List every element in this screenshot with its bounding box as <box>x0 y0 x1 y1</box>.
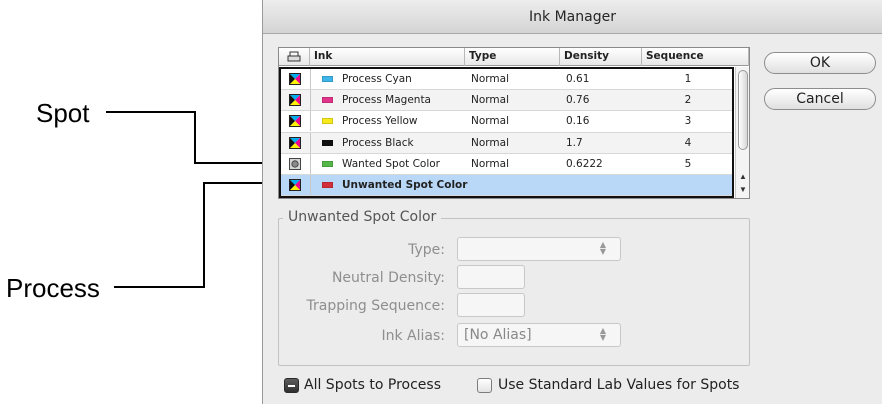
ink-name: Process Yellow <box>342 115 418 128</box>
all-spots-to-process-label[interactable]: All Spots to Process <box>304 377 441 393</box>
use-standard-lab-checkbox[interactable] <box>477 378 492 393</box>
process-icon <box>289 179 301 191</box>
scroll-down-arrow-icon[interactable]: ▼ <box>736 184 750 196</box>
ink-swatch <box>322 97 333 104</box>
cancel-button[interactable]: Cancel <box>764 88 876 110</box>
trapping-sequence-field[interactable] <box>457 293 525 317</box>
ink-sequence: 2 <box>684 94 692 107</box>
ink-density: 0.16 <box>566 115 590 128</box>
ink-swatch <box>322 76 333 82</box>
spot-callout-line <box>106 111 273 164</box>
ink-swatch <box>322 182 333 188</box>
scrollbar-thumb[interactable] <box>738 70 748 150</box>
ink-density: 1.7 <box>566 136 583 149</box>
all-spots-to-process-checkbox[interactable] <box>284 378 299 393</box>
ink-row[interactable]: Unwanted Spot Color <box>281 175 732 197</box>
printer-icon <box>287 51 301 62</box>
ink-alias-value: [No Alias] <box>464 327 532 343</box>
ink-name: Process Black <box>342 136 414 149</box>
ink-sequence: 3 <box>684 115 692 128</box>
table-header: Ink Type Density Sequence <box>279 48 749 66</box>
ink-type-toggle[interactable] <box>281 111 311 132</box>
ink-row[interactable]: Process Magenta Normal 0.76 2 <box>281 90 732 112</box>
use-standard-lab-label[interactable]: Use Standard Lab Values for Spots <box>498 377 739 393</box>
ink-rows: Process Cyan Normal 0.61 1 Process Magenta No… <box>279 67 734 198</box>
ink-type: Normal <box>471 136 509 149</box>
ink-name: Process Cyan <box>342 73 412 85</box>
process-icon <box>289 73 301 85</box>
dialog-title: Ink Manager <box>263 0 882 34</box>
print-icon-column-header[interactable] <box>279 48 310 66</box>
ink-type-toggle[interactable] <box>281 90 311 111</box>
ink-sequence: 4 <box>684 136 692 149</box>
ink-row[interactable]: Process Yellow Normal 0.16 3 <box>281 111 732 133</box>
selected-ink-title: Unwanted Spot Color <box>283 209 442 225</box>
ink-swatch <box>322 118 333 125</box>
ink-type: Normal <box>471 115 509 128</box>
column-header-type[interactable]: Type <box>465 48 560 66</box>
ink-row[interactable]: Wanted Spot Color Normal 0.6222 5 <box>281 153 732 175</box>
type-label: Type: <box>408 242 445 258</box>
ink-type-toggle[interactable] <box>281 175 311 195</box>
process-icon <box>289 115 301 128</box>
ink-name: Process Magenta <box>342 94 431 107</box>
ink-sequence: 5 <box>684 157 692 170</box>
select-stepper-icon: ▲ ▼ <box>599 326 606 342</box>
ink-density: 0.61 <box>566 73 590 85</box>
ink-sequence: 1 <box>684 73 692 85</box>
ink-swatch <box>322 139 333 146</box>
ink-type: Normal <box>471 157 509 170</box>
ink-type-toggle[interactable] <box>281 132 311 153</box>
scroll-up-arrow-icon[interactable]: ▲ <box>736 171 750 183</box>
ink-alias-select[interactable]: [No Alias] ▲ ▼ <box>457 323 621 347</box>
ink-density: 0.76 <box>566 94 590 107</box>
neutral-density-label: Neutral Density: <box>331 270 445 286</box>
process-icon <box>289 136 301 149</box>
process-icon <box>289 94 301 107</box>
table-scrollbar[interactable]: ▲ ▼ <box>735 67 749 198</box>
type-select[interactable]: ▲ ▼ <box>457 237 621 261</box>
ink-alias-label: Ink Alias: <box>381 328 445 344</box>
column-header-ink[interactable]: Ink <box>310 48 465 66</box>
process-callout-line <box>114 182 273 288</box>
ink-name: Unwanted Spot Color <box>342 179 468 191</box>
column-header-sequence[interactable]: Sequence <box>642 48 749 66</box>
ink-table: Ink Type Density Sequence Process Cyan No… <box>278 47 750 199</box>
ink-type: Normal <box>471 73 509 85</box>
ink-manager-dialog: Ink Manager Ink Type Density Sequence Pr… <box>262 0 882 404</box>
ink-row[interactable]: Process Black Normal 1.7 4 <box>281 132 732 154</box>
ink-type-toggle[interactable] <box>281 153 311 174</box>
ink-type-toggle[interactable] <box>281 69 311 89</box>
ink-type: Normal <box>471 94 509 107</box>
ink-swatch <box>322 160 333 167</box>
ink-name: Wanted Spot Color <box>342 157 441 170</box>
neutral-density-field[interactable] <box>457 265 525 289</box>
ok-button[interactable]: OK <box>764 52 876 74</box>
ink-density: 0.6222 <box>566 157 603 170</box>
ink-row[interactable]: Process Cyan Normal 0.61 1 <box>281 69 732 91</box>
spot-icon <box>289 157 301 170</box>
trapping-sequence-label: Trapping Sequence: <box>306 298 445 314</box>
select-stepper-icon: ▲ ▼ <box>599 240 606 256</box>
column-header-density[interactable]: Density <box>560 48 642 66</box>
